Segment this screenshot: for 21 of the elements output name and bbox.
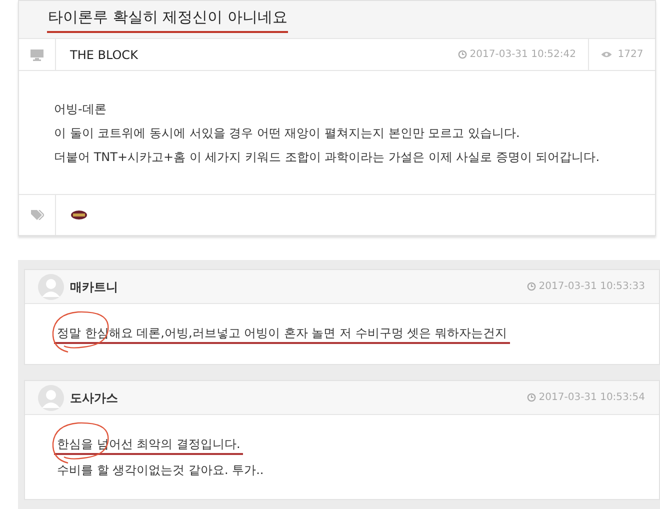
- view-count: 1727: [618, 48, 644, 62]
- body-text: 이 둘이 코트위에 동시에 서있을 경우 어떤 재앙이 펼쳐지는지 본인만 모르고 있습니다.: [54, 125, 521, 142]
- body-text: 더붙어 TNT+시카고+홈 이 세가지 키워드 조합이 과학이라는 가설은 이제 사실로 증명이 되어갑니다.: [54, 149, 601, 166]
- eye-icon: [600, 51, 612, 58]
- team-logo-icon: [70, 210, 88, 220]
- avatar-icon: [38, 274, 64, 300]
- comment-date: 2017-03-31 10:53:54: [538, 391, 645, 405]
- commenter-name: 매카트니: [70, 278, 119, 296]
- clock-icon: [458, 50, 467, 59]
- clock-icon: [526, 393, 536, 402]
- monitor-icon: [30, 48, 44, 60]
- post-title: 타이론루 확실히 제정신이 아니네요: [47, 6, 288, 33]
- comment-date: 2017-03-31 10:53:33: [538, 280, 645, 294]
- commenter-name: 도사가스: [70, 390, 119, 406]
- avatar-icon: [38, 384, 64, 410]
- body-text: 어빙-데론: [54, 101, 108, 118]
- tag-icon: [30, 210, 44, 220]
- comment-text: 수비를 할 생각이없는것 같아요. 투가..: [56, 462, 265, 479]
- clock-icon: [526, 282, 536, 291]
- author-name: THE BLOCK: [70, 46, 138, 64]
- post-date: 2017-03-31 10:52:42: [470, 48, 576, 62]
